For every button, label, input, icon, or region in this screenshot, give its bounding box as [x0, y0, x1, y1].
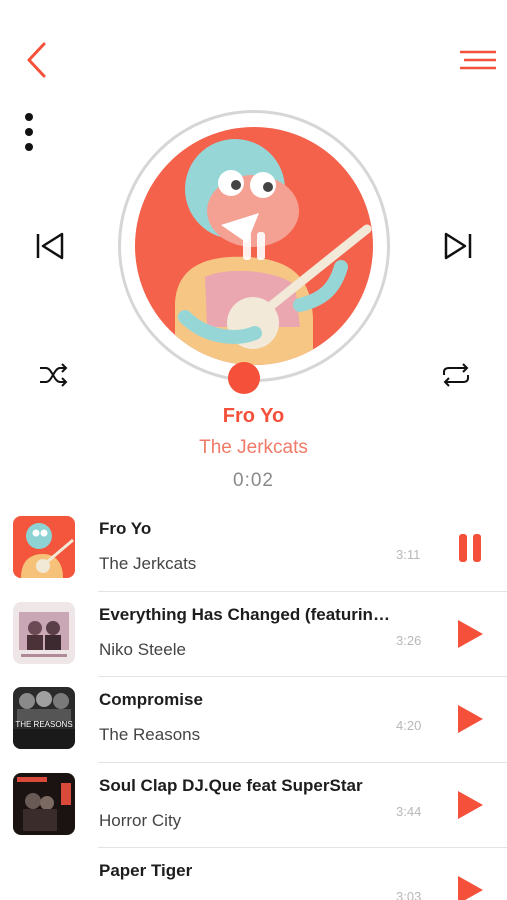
- next-track-button[interactable]: [436, 222, 480, 270]
- previous-track-button[interactable]: [28, 222, 72, 270]
- play-track-button[interactable]: [452, 699, 488, 739]
- track-duration: 3:11: [396, 547, 421, 562]
- track-artist: The Jerkcats: [99, 554, 197, 573]
- pause-icon: [243, 232, 265, 260]
- menu-button[interactable]: [452, 40, 504, 80]
- play-icon: [458, 619, 483, 648]
- shuffle-button[interactable]: [32, 354, 76, 396]
- shuffle-icon: [40, 363, 68, 387]
- track-list: Fro Yo The Jerkcats 3:11 Everything Has …: [0, 506, 507, 900]
- play-pause-button[interactable]: [229, 221, 279, 271]
- track-duration: 4:20: [396, 718, 422, 733]
- track-artist: Niko Steele: [99, 639, 186, 659]
- track-title: Everything Has Changed (featuring ...: [99, 604, 394, 624]
- album-thumb-text: THE REASONS: [15, 720, 72, 729]
- pause-icon: [459, 534, 481, 562]
- repeat-button[interactable]: [434, 354, 478, 396]
- play-track-button[interactable]: [452, 870, 488, 900]
- track-title: Soul Clap DJ.Que feat SuperStar: [99, 775, 363, 795]
- elapsed-time: 0:02: [233, 470, 274, 491]
- skip-next-icon: [444, 232, 472, 260]
- track-row[interactable]: Soul Clap DJ.Que feat SuperStar Horror C…: [0, 763, 507, 849]
- hamburger-menu-icon: [460, 50, 496, 70]
- track-title: Fro Yo: [99, 519, 152, 538]
- track-duration: 3:03: [396, 889, 422, 900]
- track-row[interactable]: Everything Has Changed (featuring ... Ni…: [0, 592, 507, 678]
- track-title: Paper Tiger: [99, 861, 193, 880]
- play-icon: [458, 790, 483, 819]
- play-icon: [458, 876, 483, 900]
- track-row[interactable]: Fro Yo The Jerkcats 3:11: [0, 506, 507, 592]
- track-row[interactable]: Paper Tiger 3:03: [0, 848, 507, 900]
- track-thumbnail: THE REASONS: [13, 687, 75, 749]
- play-track-button[interactable]: [452, 785, 488, 825]
- album-disc: [118, 110, 390, 382]
- chevron-left-icon: [27, 42, 46, 78]
- track-row[interactable]: THE REASONS Compromise The Reasons 4:20: [0, 677, 507, 763]
- track-thumbnail: [13, 772, 75, 835]
- track-artist: The Reasons: [99, 725, 201, 744]
- track-title: Compromise: [99, 690, 203, 709]
- vertical-dots-icon: [25, 113, 33, 151]
- back-button[interactable]: [18, 38, 54, 82]
- track-duration: 3:44: [396, 803, 422, 819]
- skip-previous-icon: [36, 232, 64, 260]
- more-options-button[interactable]: [12, 106, 46, 158]
- repeat-icon: [443, 363, 469, 387]
- now-playing-title: Fro Yo: [222, 405, 285, 427]
- play-icon: [458, 705, 483, 733]
- track-artist: Horror City: [99, 810, 182, 830]
- track-thumbnail: [13, 516, 75, 578]
- track-duration: 3:26: [396, 632, 422, 648]
- track-thumbnail: [13, 601, 75, 664]
- now-playing-artist: The Jerkcats: [199, 437, 308, 458]
- pause-track-button[interactable]: [452, 528, 488, 568]
- play-track-button[interactable]: [452, 614, 488, 654]
- progress-knob[interactable]: [228, 362, 260, 394]
